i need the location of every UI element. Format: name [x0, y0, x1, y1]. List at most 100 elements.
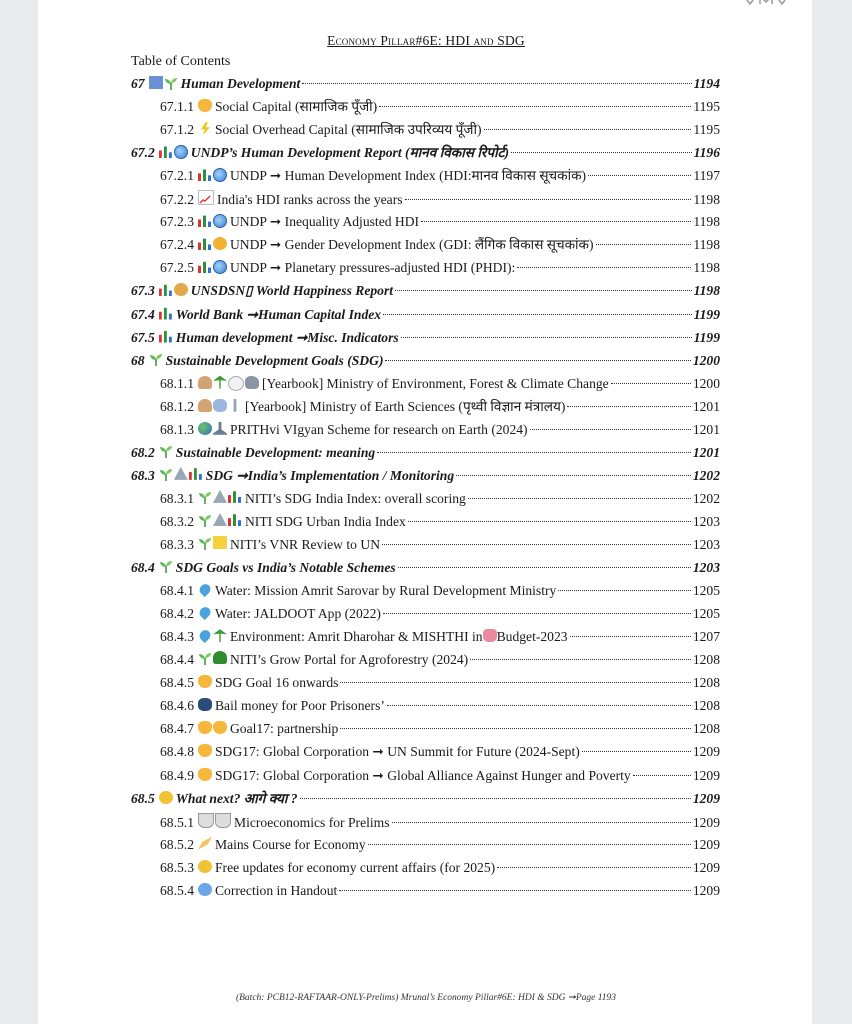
toc-subsection-row[interactable]: 67.2.3 UNDP ➞ Inequality Adjusted HDI 1198	[160, 212, 720, 232]
dot-leader	[569, 635, 691, 638]
toc-section-row[interactable]: 67.2 UNDP’s Human Development Report (मान…	[131, 143, 720, 163]
toc-section-row[interactable]: 67 Human Development 1194	[131, 74, 720, 94]
toc-subsection-row[interactable]: 68.4.4 NITI’s Grow Portal for Agroforestr…	[160, 650, 720, 670]
toc-subsection-row[interactable]: 67.2.5 UNDP ➞ Planetary pressures-adjuste…	[160, 258, 720, 278]
toc-entry-icons	[198, 489, 242, 504]
toc-entry-title: Sustainable Development: meaning	[175, 444, 376, 460]
chart-icon	[158, 307, 172, 320]
toc-section-row[interactable]: 67.5 Human development ➞Misc. Indicators 1…	[131, 328, 720, 348]
dot-leader	[632, 774, 691, 776]
toc-entry-icons	[159, 558, 173, 574]
toc-subsection-row[interactable]: 68.4.9 SDG17: Global Corporation ➞ Global…	[160, 766, 720, 786]
chart-icon	[188, 468, 202, 480]
toc-subsection-row[interactable]: 68.4.7 Goal17: partnership 1208	[160, 719, 720, 739]
toc-entry-icons	[198, 650, 227, 666]
dot-leader	[588, 174, 692, 177]
toc-subsection-row[interactable]: 68.5.4 Correction in Handout 1209	[160, 881, 720, 901]
toc-entry-title: Sustainable Development Goals (SDG)	[165, 352, 384, 368]
toc-entry-title: World Bank ➞Human Capital Index	[175, 306, 382, 322]
toc-entry-number: 67.2.1	[160, 168, 194, 184]
toc-subsection-row[interactable]: 67.1.2 Social Overhead Capital (सामाजिक उ…	[160, 120, 720, 140]
dot-leader	[340, 727, 691, 730]
toc-subsection-row[interactable]: 68.5.1 Microeconomics for Prelims 1209	[160, 812, 720, 832]
toc-subsection-row[interactable]: 68.1.1 [Yearbook] Ministry of Environment…	[160, 374, 720, 394]
toc-subsection-row[interactable]: 68.1.3 PRITHvi VIgyan Scheme for research…	[160, 420, 720, 440]
toc-entry-number: 68.3.1	[160, 490, 194, 506]
toc-subsection-row[interactable]: 68.5.3 Free updates for economy current a…	[160, 858, 720, 878]
dot-leader	[581, 750, 691, 753]
toc-entry-page: 1205	[692, 583, 720, 599]
toc-entry-icons	[149, 351, 163, 366]
globe-icon	[212, 168, 227, 183]
toc-entry-icons	[159, 466, 203, 481]
toc-entry-page: 1208	[692, 675, 720, 691]
toc-entry-title: UNSDSN▯ World Happiness Report	[190, 283, 394, 299]
chart-icon	[158, 284, 172, 297]
toc-entry-icons	[197, 421, 227, 435]
toc-entry-icons	[197, 167, 227, 183]
toc-subsection-row[interactable]: 68.1.2 [Yearbook] Ministry of Earth Scie…	[160, 397, 720, 417]
elephant-icon	[244, 375, 259, 389]
toc-entry-icons	[197, 882, 212, 896]
toc-subsection-row[interactable]: 67.2.2 India's HDI ranks across the years…	[160, 189, 720, 209]
toc-entry-page: 1200	[692, 375, 720, 391]
chart-icon	[227, 514, 241, 526]
chart-icon	[227, 491, 241, 503]
toc-entry-title: Free updates for economy current affairs…	[214, 859, 496, 875]
rain-icon	[212, 398, 227, 412]
toc-entry-title: Social Overhead Capital (सामाजिक उपरिव्य…	[214, 122, 482, 138]
toc-entry-page: 1198	[693, 237, 720, 253]
dot-leader	[299, 797, 691, 799]
triangle-icon	[212, 489, 227, 503]
sprout-icon	[159, 559, 173, 574]
toc-entry-page: 1207	[692, 629, 720, 645]
toc-entry-number: 68.5.4	[160, 882, 194, 898]
toc-section-row[interactable]: 67.4 World Bank ➞Human Capital Index 1199	[131, 305, 720, 325]
dot-leader	[407, 520, 691, 522]
toc-subsection-row[interactable]: 68.4.3 Environment: Amrit Dharohar & MISH…	[160, 627, 720, 647]
dot-leader	[497, 866, 691, 868]
dot-leader	[385, 359, 691, 361]
toc-entry-icons	[197, 605, 213, 621]
face-icon	[212, 237, 227, 251]
toc-section-row[interactable]: 68.3 SDG ➞India’s Implementation / Monito…	[131, 466, 720, 486]
page-header: Economy Pillar#6E: HDI and SDG	[327, 33, 525, 48]
toc-entry-icons	[197, 859, 212, 873]
toc-entry-icons	[197, 236, 227, 251]
toc-subsection-row[interactable]: 67.1.1 Social Capital (सामाजिक पूँजी) 1195	[160, 97, 720, 117]
toc-entry-title: Human Development	[180, 76, 301, 91]
toc-entry-icons	[198, 535, 227, 550]
person-icon	[197, 398, 212, 412]
toc-subsection-row[interactable]: 68.4.1 Water: Mission Amrit Sarovar by Ru…	[160, 581, 720, 601]
toc-subsection-row[interactable]: 68.3.2 NITI SDG Urban India Index 1203	[160, 512, 720, 532]
toc-entry-title: What next? आगे क्या ?	[175, 790, 298, 806]
trend-icon	[197, 190, 214, 206]
toc-subsection-row[interactable]: 68.4.8 SDG17: Global Corporation ➞ UN Sum…	[160, 742, 720, 762]
toc-entry-number: 67.2.2	[160, 192, 194, 208]
toc-section-row[interactable]: 68.5 What next? आगे क्या ? 1209	[131, 789, 720, 809]
toc-subsection-row[interactable]: 68.4.5 SDG Goal 16 onwards 1208	[160, 673, 720, 693]
toc-entry-page: 1195	[693, 122, 720, 138]
toc-subsection-row[interactable]: 68.3.3 NITI’s VNR Review to UN 1203	[160, 535, 720, 555]
toc-entry-number: 68.4.9	[160, 767, 194, 783]
chart-icon	[197, 215, 211, 228]
toc-entry-page: 1209	[692, 790, 720, 806]
toc-subsection-row[interactable]: 67.2.4 UNDP ➞ Gender Development Index (G…	[160, 235, 720, 255]
toc-section-row[interactable]: 68.4 SDG Goals vs India’s Notable Schemes…	[131, 558, 720, 578]
toc-entry-number: 67.2.5	[160, 260, 194, 276]
toc-entry-icons	[159, 443, 173, 458]
dot-leader	[529, 428, 691, 430]
writing-icon	[197, 836, 212, 850]
toc-subsection-row[interactable]: 68.5.2 Mains Course for Economy 1209	[160, 835, 720, 855]
toc-section-row[interactable]: 68.2 Sustainable Development: meaning 1201	[131, 443, 720, 463]
earth-icon	[197, 421, 212, 435]
toc-subsection-row[interactable]: 68.3.1 NITI’s SDG India Index: overall sc…	[160, 489, 720, 509]
dot-leader	[517, 266, 692, 269]
toc-subsection-row[interactable]: 68.4.2 Water: JALDOOT App (2022) 1205	[160, 604, 720, 624]
toc-subsection-row[interactable]: 68.4.6 Bail money for Poor Prisoners’ 1208	[160, 696, 720, 716]
toc-subsection-row[interactable]: 67.2.1 UNDP ➞ Human Development Index (HD…	[160, 166, 720, 186]
dot-leader	[397, 566, 691, 569]
toc-section-row[interactable]: 68 Sustainable Development Goals (SDG) 120…	[131, 351, 720, 371]
toc-entry-title: NITI’s VNR Review to UN	[229, 537, 381, 552]
toc-section-row[interactable]: 67.3 UNSDSN▯ World Happiness Report 1198	[131, 281, 720, 301]
